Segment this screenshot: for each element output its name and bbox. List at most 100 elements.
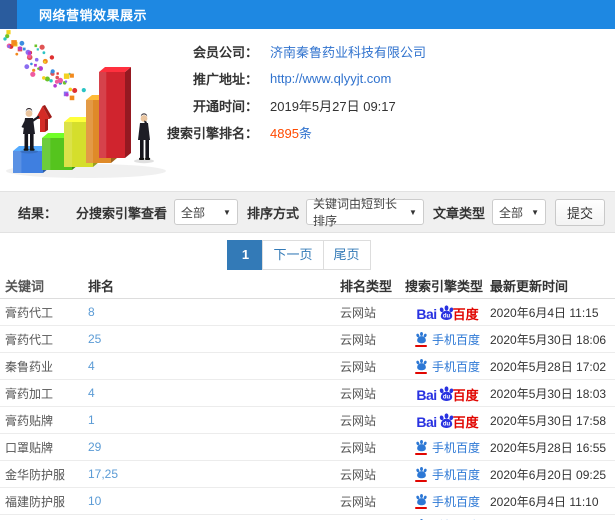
keyword-cell: 金华防护服	[5, 467, 66, 482]
table-row: 秦鲁药业 4 云网站 手机百度 2020年5月28日 17:02	[0, 353, 615, 380]
baidu-paw-icon	[416, 467, 427, 479]
member-company-label: 会员公司：	[192, 44, 258, 60]
update-time-cell: 2020年5月28日 16:55	[490, 440, 607, 455]
article-type-value: 全部	[498, 205, 523, 220]
table-row: 福建防护服 10 云网站 手机百度 2020年6月4日 11:10	[0, 488, 615, 515]
submit-button[interactable]: 提交	[554, 198, 605, 226]
baidu-logo: Bai du 百度	[416, 385, 479, 402]
svg-text:du: du	[442, 313, 450, 319]
bar-chart-illustration-svg	[3, 30, 166, 178]
baidu-logo-bai: Bai	[416, 386, 437, 402]
chevron-down-icon: ▼	[531, 207, 539, 217]
rank-type-cell: 云网站	[340, 386, 377, 401]
member-company-link[interactable]: 济南秦鲁药业科技有限公司	[270, 42, 426, 61]
mobile-baidu-logo: 手机百度	[415, 358, 480, 375]
update-time-cell: 2020年6月4日 11:10	[490, 494, 599, 509]
mobile-baidu-label: 手机百度	[431, 467, 480, 482]
engine-cell: Bai du 百度	[405, 304, 490, 321]
update-time-cell: 2020年6月20日 09:25	[490, 467, 607, 482]
update-time-cell: 2020年5月30日 18:06	[490, 332, 607, 347]
mobile-baidu-underline	[415, 372, 428, 374]
hero-illustration	[0, 30, 172, 184]
table-row: 手机百度	[0, 515, 615, 520]
engine-rank-label: 搜索引擎排名：	[166, 125, 258, 141]
mobile-baidu-label: 手机百度	[431, 332, 480, 347]
mobile-baidu-underline	[415, 453, 428, 455]
hero-section: 会员公司： 济南秦鲁药业科技有限公司 推广地址： http://www.qlyy…	[0, 29, 615, 187]
baidu-logo-bai: Bai	[416, 305, 437, 321]
baidu-paw-icon	[416, 359, 427, 371]
mobile-baidu-label: 手机百度	[431, 494, 480, 509]
rank-type-cell: 云网站	[340, 359, 377, 374]
pagination-page-1[interactable]: 1	[227, 240, 264, 270]
rank-type-cell: 云网站	[340, 494, 377, 509]
rank-link[interactable]: 10	[88, 494, 340, 508]
rank-type-cell: 云网站	[340, 305, 377, 320]
rank-count: 4895	[270, 125, 299, 141]
engine-filter-label: 分搜索引擎查看	[75, 205, 167, 221]
baidu-paw-icon	[416, 440, 427, 452]
promo-url-row: 推广地址： http://www.qlyyjt.com	[150, 65, 426, 91]
promo-url-label: 推广地址：	[192, 71, 258, 87]
engine-cell: 手机百度	[405, 331, 490, 348]
baidu-paw-icon	[416, 494, 427, 506]
keyword-cell: 福建防护服	[5, 494, 66, 509]
keyword-cell: 膏药代工	[5, 332, 54, 347]
table-row: 金华防护服 17,25 云网站 手机百度 2020年6月20日 09:25	[0, 461, 615, 488]
mobile-baidu-logo: 手机百度	[415, 466, 480, 483]
baidu-logo-cn: 百度	[452, 387, 479, 402]
baidu-logo-cn: 百度	[452, 414, 479, 429]
chevron-down-icon: ▼	[223, 207, 231, 217]
rank-type-cell: 云网站	[340, 413, 377, 428]
pagination-next[interactable]: 下一页	[262, 240, 324, 270]
engine-filter-select[interactable]: 全部 ▼	[173, 199, 238, 225]
svg-text:du: du	[442, 394, 450, 400]
rank-link[interactable]: 17,25	[88, 467, 340, 481]
table-row: 口罩贴牌 29 云网站 手机百度 2020年5月28日 16:55	[0, 434, 615, 461]
baidu-paw-icon: du	[439, 304, 453, 320]
sort-filter-select[interactable]: 关键词由短到长排序 ▼	[305, 197, 424, 228]
mobile-baidu-logo: 手机百度	[415, 439, 480, 456]
rank-link[interactable]: 25	[88, 332, 340, 346]
engine-cell: Bai du 百度	[405, 385, 490, 402]
pagination-last[interactable]: 尾页	[322, 240, 371, 270]
keyword-cell: 膏药代工	[5, 305, 54, 320]
rank-link[interactable]: 8	[88, 305, 340, 319]
sort-filter-label: 排序方式	[246, 205, 299, 221]
filter-bar: 结果： 分搜索引擎查看 全部 ▼ 排序方式 关键词由短到长排序 ▼ 文章类型 全…	[0, 191, 615, 233]
rank-link[interactable]: 4	[88, 359, 340, 373]
promo-url-link[interactable]: http://www.qlyyjt.com	[270, 71, 391, 86]
titlebar: 网络营销效果展示	[0, 0, 615, 29]
rank-unit: 条	[298, 125, 312, 141]
page: 网络营销效果展示 会员公司： 济南秦鲁药业科技有限公司 推广地址： http:/…	[0, 0, 615, 520]
article-type-select[interactable]: 全部 ▼	[491, 199, 546, 225]
rank-link[interactable]: 29	[88, 440, 340, 454]
rank-type-cell	[340, 515, 405, 517]
results-table: 关键词 排名 排名类型 搜索引擎类型 最新更新时间 膏药代工 8 云网站 Bai d…	[0, 272, 615, 520]
baidu-logo-bai: Bai	[416, 413, 437, 429]
engine-cell: 手机百度	[405, 493, 490, 510]
baidu-logo: Bai du 百度	[416, 412, 479, 429]
keyword-cell	[5, 515, 88, 517]
rank-link[interactable]	[88, 515, 340, 517]
chevron-down-icon: ▼	[409, 207, 417, 217]
open-time-value: 2019年5月27日 09:17	[270, 98, 396, 114]
table-row: 膏药代工 25 云网站 手机百度 2020年5月30日 18:06	[0, 326, 615, 353]
table-row: 膏药代工 8 云网站 Bai du 百度 2020年6月4日 11:15	[0, 299, 615, 326]
rank-link[interactable]: 4	[88, 386, 340, 400]
engine-rank-row: 搜索引擎排名： 4895条	[150, 119, 426, 145]
engine-cell: 手机百度	[405, 439, 490, 456]
keyword-cell: 膏药贴牌	[5, 413, 54, 428]
svg-text:du: du	[442, 421, 450, 427]
mobile-baidu-underline	[415, 345, 428, 347]
rank-type-cell: 云网站	[340, 467, 377, 482]
table-header-row: 关键词 排名 排名类型 搜索引擎类型 最新更新时间	[0, 272, 615, 299]
rank-link[interactable]: 1	[88, 413, 340, 427]
baidu-paw-icon: du	[439, 412, 453, 428]
table-row: 膏药加工 4 云网站 Bai du 百度 2020年5月30日 18:03	[0, 380, 615, 407]
article-type-label: 文章类型	[432, 205, 485, 221]
header-update-time: 最新更新时间	[490, 278, 569, 294]
mobile-baidu-logo: 手机百度	[415, 331, 480, 348]
engine-cell: 手机百度	[405, 358, 490, 375]
member-info: 会员公司： 济南秦鲁药业科技有限公司 推广地址： http://www.qlyy…	[150, 38, 426, 146]
